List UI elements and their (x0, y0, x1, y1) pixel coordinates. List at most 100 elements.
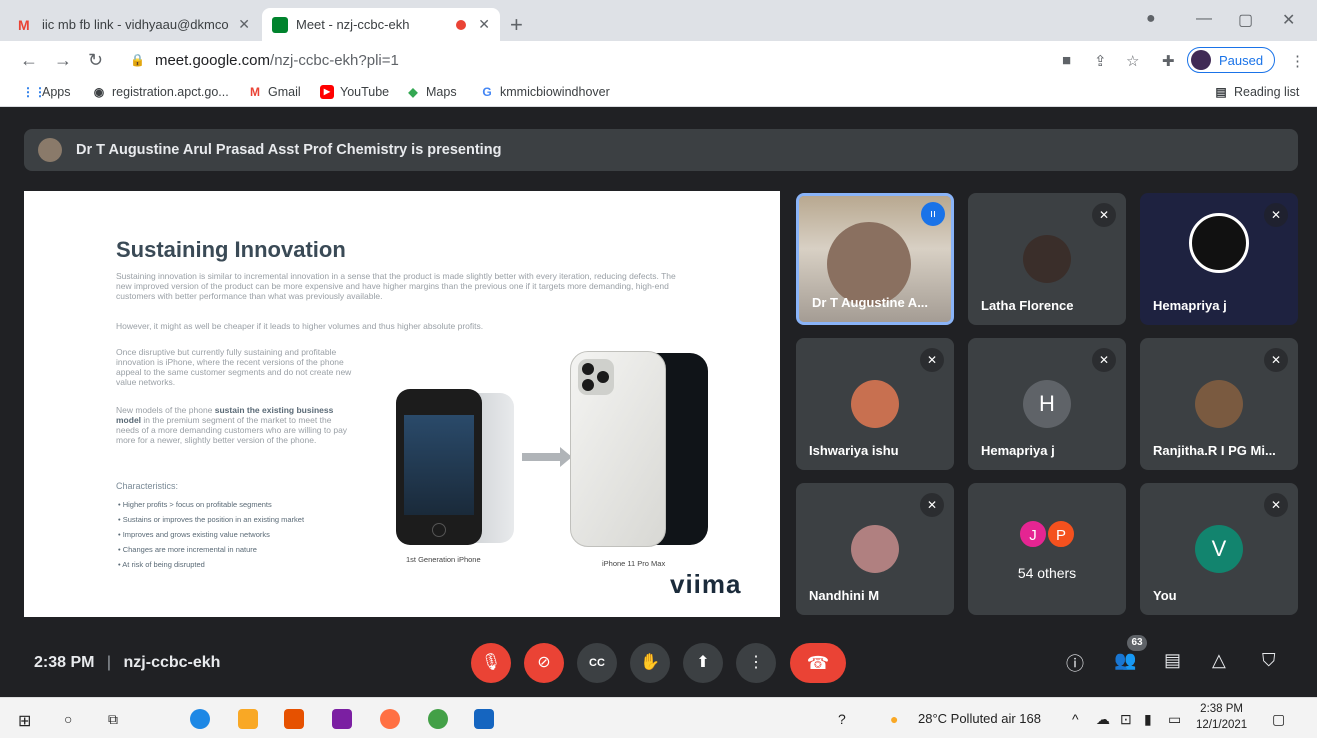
avatar: V (1195, 525, 1243, 573)
forward-icon[interactable]: → (54, 50, 72, 71)
self-tile[interactable]: ✕ V You (1140, 483, 1298, 615)
characteristics-list: Higher profits > focus on profitable seg… (118, 497, 304, 572)
clock-date: 12/1/2021 (1196, 719, 1248, 731)
address-bar[interactable]: 🔒 meet.google.com/nzj-ccbc-ekh?pli=1 (118, 46, 1078, 74)
participant-tile[interactable]: ✕ Nandhini M (796, 483, 954, 615)
taskbar-clock[interactable]: 2:38 PM 12/1/2021 (1196, 701, 1247, 733)
bookmark-gmail[interactable]: M Gmail (248, 85, 301, 99)
back-icon[interactable]: ← (20, 50, 38, 71)
weather-text[interactable]: 28°C Polluted air 168 (918, 711, 1041, 726)
participant-tile[interactable]: ✕ Hemapriya j (1140, 193, 1298, 325)
avatar (851, 525, 899, 573)
bookmark-kmmic[interactable]: Gkmmicbiowindhover (480, 85, 610, 99)
task-view-icon[interactable]: ⧉ (108, 711, 118, 728)
participant-tile[interactable]: ✕ H Hemapriya j (968, 338, 1126, 470)
bookmark-label: registration.apct.go... (112, 85, 229, 99)
bookmark-registration[interactable]: ◉ registration.apct.go... (92, 85, 229, 99)
chat-icon[interactable]: ▤ (1164, 650, 1181, 671)
battery-icon[interactable]: ▭ (1168, 711, 1181, 728)
avatar: H (1023, 380, 1071, 428)
meet-icon (272, 16, 288, 33)
office-icon[interactable] (284, 709, 304, 729)
reading-list-button[interactable]: ▤ Reading list (1214, 85, 1299, 99)
camera-icon[interactable]: ■ (1062, 52, 1071, 69)
activities-icon[interactable]: △ (1212, 650, 1226, 671)
edge-icon[interactable] (190, 709, 210, 729)
url-path: /nzj-ccbc-ekh?pli=1 (270, 51, 399, 69)
extensions-icon[interactable]: ✚ (1162, 52, 1175, 70)
bookmark-label: Maps (426, 85, 457, 99)
close-window-icon[interactable]: ✕ (1282, 10, 1295, 30)
close-icon[interactable]: ✕ (238, 16, 250, 33)
close-icon[interactable]: ✕ (478, 16, 490, 33)
avatar (1191, 50, 1211, 70)
viima-logo: viima (670, 569, 742, 599)
windows-start-icon[interactable]: ⊞ (18, 711, 31, 731)
app-icon[interactable] (332, 709, 352, 729)
cloud-icon: ☁ (1096, 711, 1110, 727)
people-icon[interactable]: 👥 (1114, 650, 1136, 671)
gmail-icon: M (18, 16, 30, 33)
participant-tile[interactable]: ✕ Ranjitha.R I PG Mi... (1140, 338, 1298, 470)
reload-icon[interactable]: ↻ (88, 50, 103, 71)
participant-name: Hemapriya j (981, 443, 1055, 458)
avatar (1189, 213, 1249, 273)
bookmark-youtube[interactable]: ▶ YouTube (320, 85, 389, 99)
tab-label: Meet - nzj-ccbc-ekh (296, 17, 410, 32)
bookmark-label: YouTube (340, 85, 390, 99)
slide-text: in the premium segment of the market to … (116, 415, 348, 445)
maximize-icon[interactable]: ▢ (1238, 10, 1253, 30)
end-call-button[interactable]: ☎ (790, 643, 846, 683)
arrow-icon (522, 453, 562, 461)
participant-tile[interactable]: ✕ Latha Florence (968, 193, 1126, 325)
notifications-icon[interactable]: ▢ (1272, 711, 1285, 728)
raise-hand-button[interactable]: ✋ (630, 643, 670, 683)
caption-iphone-11: iPhone 11 Pro Max (602, 559, 666, 568)
chevron-up-icon[interactable]: ^ (1072, 711, 1079, 727)
file-explorer-icon[interactable] (238, 709, 258, 729)
tab-gmail[interactable]: M iic mb fb link - vidhyaau@dkmco ✕ (8, 8, 260, 41)
lock-icon: 🔒 (130, 53, 145, 67)
captions-button[interactable]: CC (577, 643, 617, 683)
firefox-icon[interactable] (380, 709, 400, 729)
search-icon[interactable]: ○ (64, 711, 72, 727)
participant-name: Latha Florence (981, 298, 1074, 313)
new-tab-button[interactable]: + (510, 12, 523, 38)
bookmark-label: kmmicbiowindhover (500, 85, 610, 99)
present-button[interactable]: ⬆ (683, 643, 723, 683)
bookmark-maps[interactable]: ◆ Maps (406, 85, 457, 99)
participant-name: Nandhini M (809, 588, 880, 603)
more-options-button[interactable]: ⋮ (736, 643, 776, 683)
globe-icon: ◉ (93, 85, 105, 99)
more-icon[interactable]: ⋮ (1290, 52, 1305, 70)
host-controls-icon[interactable]: ⛉ (1262, 650, 1276, 671)
camera-off-button[interactable]: ⊘ (524, 643, 564, 683)
profile-button[interactable]: Paused (1187, 47, 1275, 73)
bookmark-apps[interactable]: ⋮⋮ Apps (22, 85, 71, 99)
meet-area: Dr T Augustine Arul Prasad Asst Prof Che… (0, 107, 1317, 697)
mic-off-icon: ✕ (1092, 203, 1116, 227)
help-icon[interactable]: ? (838, 711, 846, 727)
people-count-badge: 63 (1127, 635, 1147, 651)
mic-off-icon: ✕ (920, 493, 944, 517)
word-icon[interactable] (474, 709, 494, 729)
slide-paragraph: Once disruptive but currently fully sust… (116, 347, 352, 387)
chrome-icon[interactable] (428, 709, 448, 729)
participant-name: You (1153, 588, 1177, 603)
minimize-icon[interactable]: — (1196, 10, 1212, 28)
apps-grid-icon: ⋮⋮ (22, 85, 46, 99)
participant-tile[interactable]: ✕ Ishwariya ishu (796, 338, 954, 470)
caption-original-iphone: 1st Generation iPhone (406, 555, 481, 564)
profile-menu-icon[interactable]: ● (1146, 10, 1156, 28)
avatar: P (1046, 519, 1076, 549)
others-tile[interactable]: J P 54 others (968, 483, 1126, 615)
network-icon[interactable]: ⊡ (1120, 711, 1132, 728)
tab-meet[interactable]: Meet - nzj-ccbc-ekh ✕ (262, 8, 500, 41)
star-icon[interactable]: ☆ (1126, 52, 1139, 70)
share-icon[interactable]: ⇪ (1094, 52, 1107, 70)
mic-off-button[interactable]: 🎙 (471, 643, 511, 683)
presenting-banner: Dr T Augustine Arul Prasad Asst Prof Che… (24, 129, 1298, 171)
mic-off-icon: ✕ (1264, 348, 1288, 372)
participant-tile[interactable]: ıı Dr T Augustine A... (796, 193, 954, 325)
info-icon[interactable]: ⓘ (1066, 650, 1084, 676)
